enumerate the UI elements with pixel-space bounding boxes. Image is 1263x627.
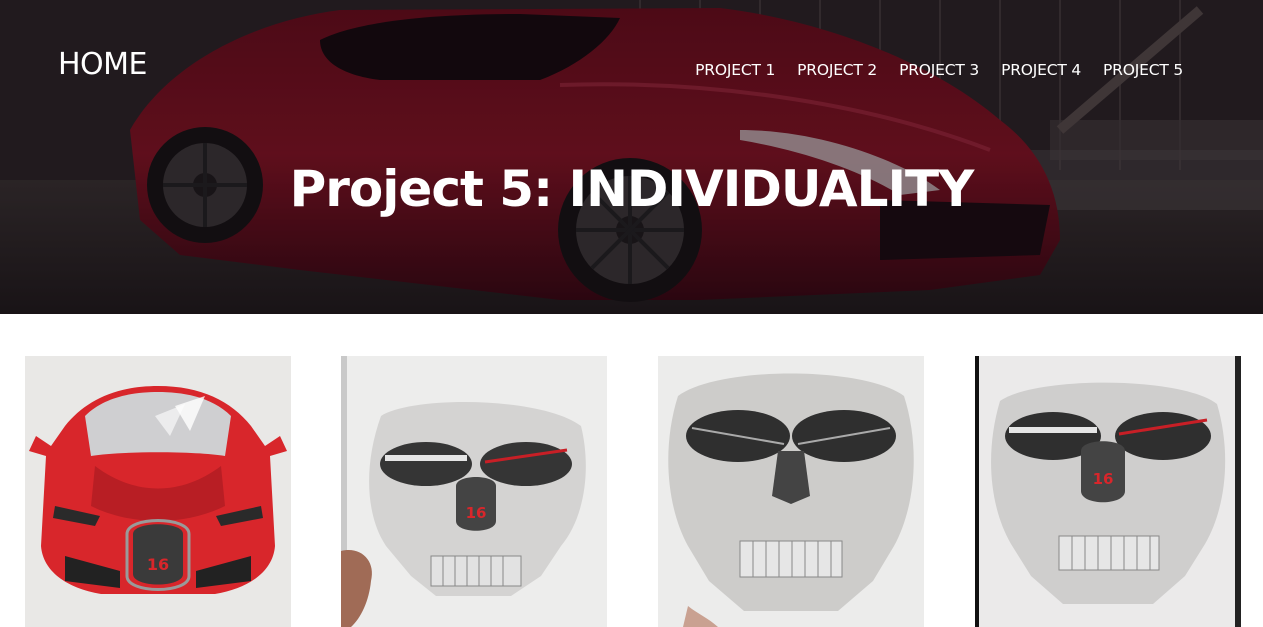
skull-plate-text: 16 bbox=[466, 504, 487, 522]
hero-banner: HOME PROJECT 1 PROJECT 2 PROJECT 3 PROJE… bbox=[0, 0, 1263, 314]
nav-project-2[interactable]: PROJECT 2 bbox=[797, 58, 877, 82]
nav-project-4[interactable]: PROJECT 4 bbox=[1001, 58, 1081, 82]
gallery-image-skull-3[interactable]: 16 bbox=[975, 356, 1241, 627]
main-nav: PROJECT 1 PROJECT 2 PROJECT 3 PROJECT 4 … bbox=[695, 58, 1183, 82]
home-link[interactable]: HOME bbox=[58, 45, 148, 85]
gallery-image-skull-2[interactable] bbox=[658, 356, 924, 627]
page-title: Project 5: INDIVIDUALITY bbox=[289, 160, 975, 218]
red-car-drawing-icon: 16 bbox=[25, 356, 291, 627]
nav-project-5[interactable]: PROJECT 5 bbox=[1103, 58, 1183, 82]
skull-drawing-with-grille-icon: 16 bbox=[341, 356, 607, 627]
nav-project-3[interactable]: PROJECT 3 bbox=[899, 58, 979, 82]
car-plate-text: 16 bbox=[147, 555, 169, 574]
image-gallery: 16 16 16 bbox=[0, 314, 1263, 627]
gallery-image-car[interactable]: 16 bbox=[25, 356, 291, 627]
skull-pencil-drawing-icon bbox=[658, 356, 924, 627]
skull-plate-text-2: 16 bbox=[1093, 470, 1114, 488]
gallery-image-skull-1[interactable]: 16 bbox=[341, 356, 607, 627]
skull-drawing-with-grille-icon: 16 bbox=[975, 356, 1241, 627]
nav-project-1[interactable]: PROJECT 1 bbox=[695, 58, 775, 82]
